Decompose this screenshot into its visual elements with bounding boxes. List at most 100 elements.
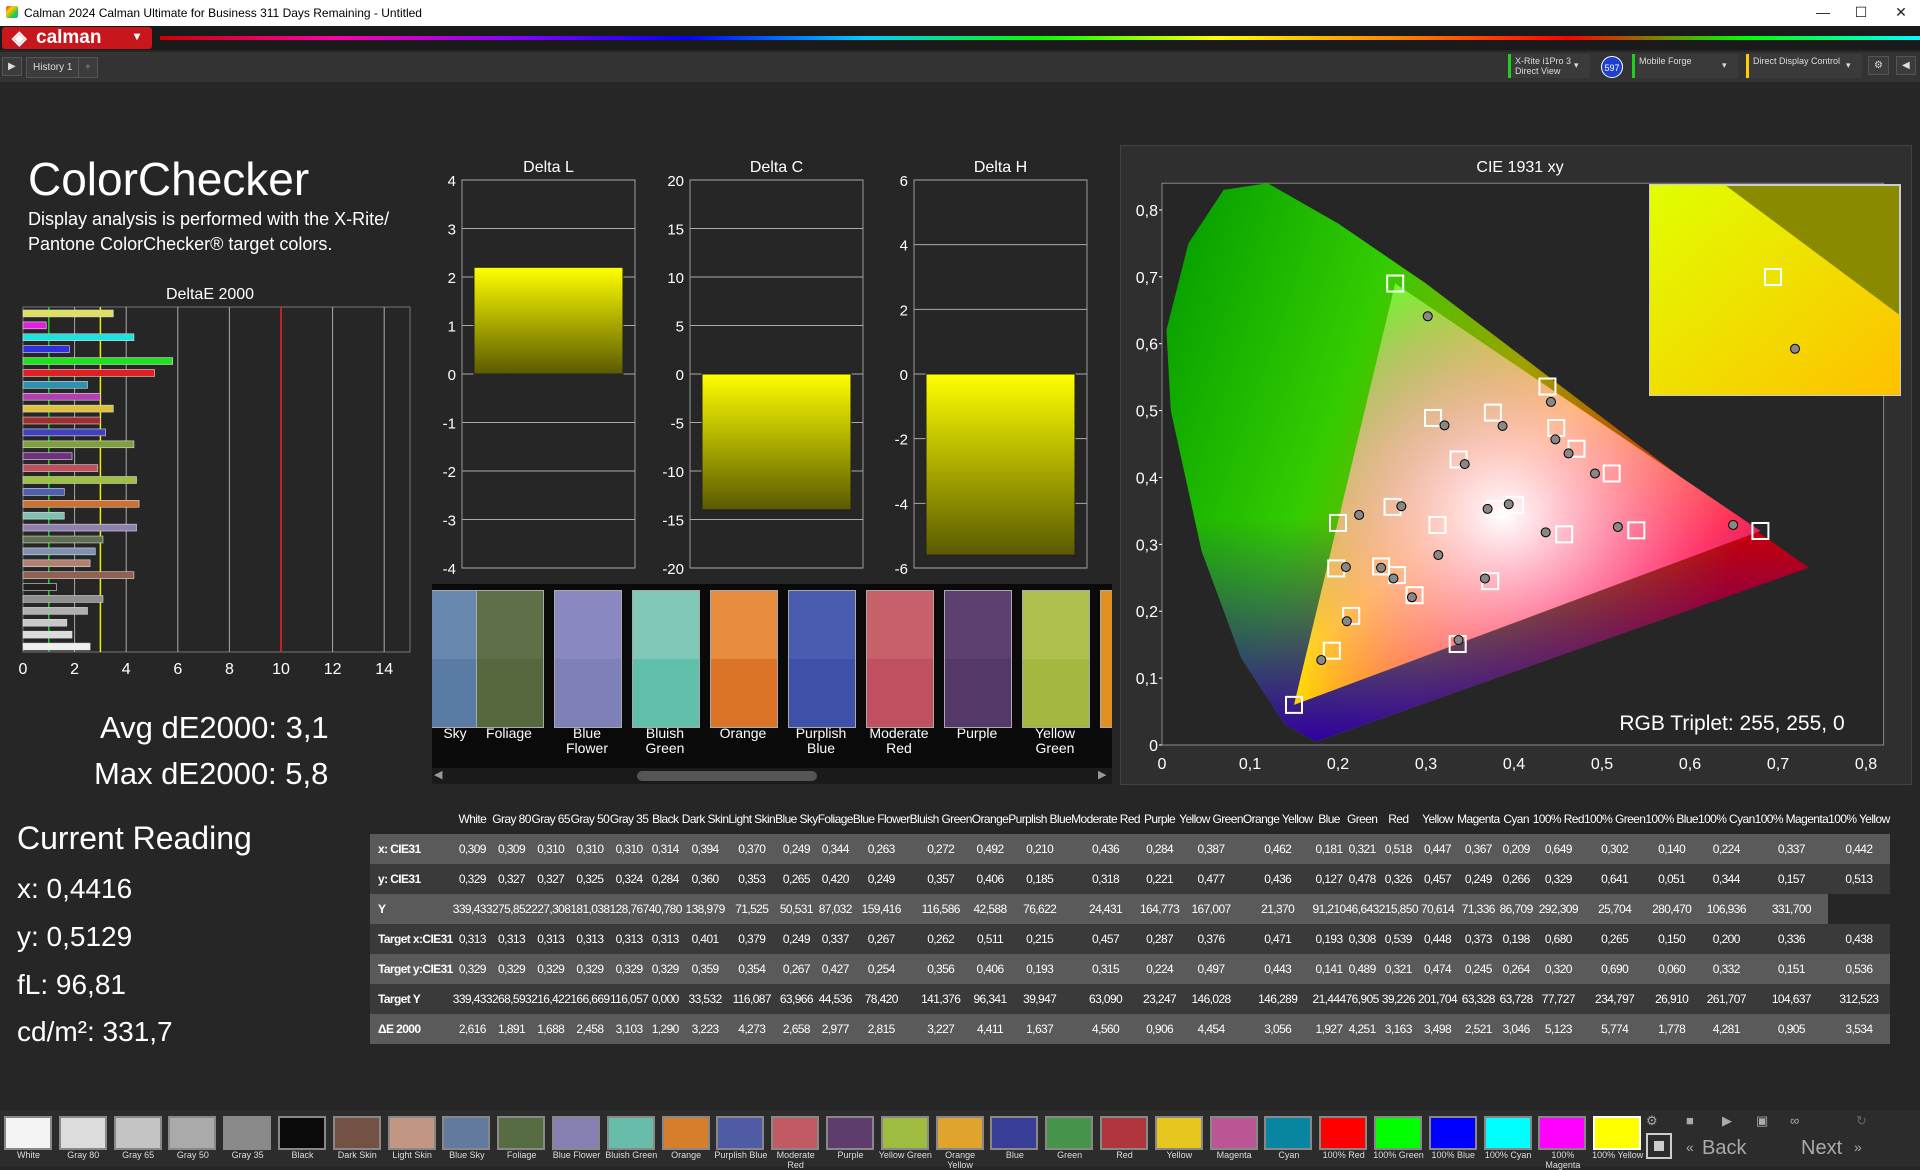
next-button[interactable]: Next	[1801, 1137, 1842, 1160]
colorchecker-swatch[interactable]	[710, 590, 778, 728]
colorchecker-swatch[interactable]	[944, 590, 1012, 728]
bottom-swatch[interactable]	[771, 1116, 820, 1150]
table-column-header[interactable]: Light Skin	[728, 804, 776, 834]
table-column-header[interactable]: Dark Skin	[681, 804, 729, 834]
bottom-swatch[interactable]	[168, 1116, 217, 1150]
colorchecker-swatch[interactable]	[866, 590, 934, 728]
bottom-swatch[interactable]	[716, 1116, 765, 1150]
table-column-header[interactable]: Yellow Green	[1179, 804, 1244, 834]
settings-icon[interactable]: ⚙	[1646, 1113, 1658, 1129]
table-column-header[interactable]: 100% Red	[1532, 804, 1585, 834]
play-icon[interactable]: ▶	[1722, 1113, 1732, 1129]
table-column-header[interactable]: Gray 35	[609, 804, 649, 834]
bottom-swatch[interactable]	[1209, 1116, 1258, 1150]
table-column-header[interactable]: Cyan	[1499, 804, 1533, 834]
table-column-header[interactable]: Green	[1345, 804, 1379, 834]
bottom-swatch[interactable]	[442, 1116, 491, 1150]
record-button[interactable]	[1646, 1133, 1672, 1159]
add-tab-button[interactable]: +	[78, 57, 98, 78]
bottom-swatch[interactable]	[1154, 1116, 1203, 1150]
table-column-header[interactable]: Gray 65	[531, 804, 571, 834]
chevron-down-icon[interactable]: ▾	[1574, 60, 1579, 71]
bottom-swatch[interactable]	[826, 1116, 874, 1150]
colorchecker-swatch[interactable]	[1022, 590, 1090, 728]
back-button[interactable]: Back	[1702, 1137, 1746, 1160]
bottom-swatch[interactable]	[1045, 1116, 1094, 1150]
gear-icon[interactable]: ⚙	[1868, 56, 1889, 75]
maximize-button[interactable]: ☐	[1846, 4, 1876, 21]
table-column-header[interactable]: 100% Green	[1583, 804, 1646, 834]
table-column-header[interactable]: White	[452, 804, 492, 834]
table-column-header[interactable]: Purplish Blue	[1008, 804, 1072, 834]
bottom-swatch[interactable]	[1264, 1116, 1313, 1150]
bottom-swatch[interactable]	[990, 1116, 1039, 1150]
scroll-right-icon[interactable]: ▶	[1098, 768, 1106, 781]
chevron-down-icon[interactable]: ▾	[1722, 60, 1727, 71]
table-column-header[interactable]: 100% Magenta	[1754, 804, 1829, 834]
table-column-header[interactable]: Foliage	[817, 804, 853, 834]
bottom-swatch[interactable]	[1483, 1116, 1532, 1150]
colorchecker-swatch[interactable]	[788, 590, 856, 728]
table-column-header[interactable]: Yellow	[1417, 804, 1458, 834]
bottom-swatch[interactable]	[880, 1116, 929, 1150]
bottom-swatch[interactable]	[1100, 1116, 1148, 1150]
stop-icon[interactable]: ■	[1686, 1113, 1694, 1128]
bottom-swatch[interactable]	[1593, 1116, 1642, 1150]
table-cell: 0,127	[1312, 864, 1346, 894]
next-arrow-icon[interactable]: »	[1854, 1139, 1862, 1155]
table-column-header[interactable]: Magenta	[1457, 804, 1500, 834]
table-column-header[interactable]: Blue Flower	[852, 804, 910, 834]
table-cell: 138,979	[681, 894, 729, 924]
colorchecker-swatch[interactable]	[476, 590, 544, 728]
table-column-header[interactable]: Gray 80	[491, 804, 531, 834]
bottom-swatch[interactable]	[278, 1116, 326, 1150]
table-column-header[interactable]: Purple	[1139, 804, 1180, 834]
tab-history-1[interactable]: History 1	[26, 57, 80, 78]
bottom-swatch[interactable]	[1428, 1116, 1477, 1150]
table-column-header[interactable]: Orange	[971, 804, 1009, 834]
table-column-header[interactable]: Orange Yellow	[1242, 804, 1313, 834]
play-icon[interactable]: ▶	[2, 57, 22, 76]
chevron-down-icon[interactable]: ▾	[1846, 60, 1851, 71]
bottom-swatch[interactable]	[4, 1116, 52, 1150]
bottom-swatch[interactable]	[223, 1116, 272, 1150]
bottom-swatch[interactable]	[661, 1116, 710, 1150]
colorchecker-swatch[interactable]	[632, 590, 700, 728]
table-column-header[interactable]: Moderate Red	[1071, 804, 1141, 834]
table-column-header[interactable]: Gray 50	[570, 804, 610, 834]
minimize-button[interactable]: —	[1808, 4, 1838, 20]
bottom-swatch[interactable]	[113, 1116, 162, 1150]
bottom-swatch[interactable]	[1374, 1116, 1422, 1150]
table-column-header[interactable]: Blue Sky	[775, 804, 818, 834]
bottom-swatch[interactable]	[497, 1116, 546, 1150]
colorchecker-swatch[interactable]	[1100, 590, 1112, 728]
colorchecker-swatch[interactable]	[554, 590, 622, 728]
back-arrow-icon[interactable]: «	[1686, 1139, 1694, 1155]
refresh-icon[interactable]: ↻	[1856, 1113, 1867, 1129]
calman-menu-button[interactable]: ◈ calman ▾	[2, 27, 152, 49]
display-selector[interactable]: Direct Display Control	[1746, 54, 1862, 78]
save-icon[interactable]: ▣	[1756, 1113, 1768, 1129]
bottom-swatch[interactable]	[1538, 1116, 1587, 1150]
close-button[interactable]: ✕	[1886, 4, 1916, 21]
swatch-scrollbar[interactable]: ◀ ▶	[432, 768, 1112, 784]
table-column-header[interactable]: Black	[648, 804, 682, 834]
scrollbar-thumb[interactable]	[637, 771, 817, 781]
collapse-icon[interactable]: ◀	[1896, 56, 1916, 75]
bottom-swatch[interactable]	[935, 1116, 984, 1150]
loop-icon[interactable]: ∞	[1790, 1113, 1799, 1128]
bottom-swatch[interactable]	[606, 1116, 655, 1150]
bottom-swatch[interactable]	[387, 1116, 436, 1150]
table-column-header[interactable]: 100% Cyan	[1698, 804, 1755, 834]
bottom-swatch[interactable]	[552, 1116, 600, 1150]
table-column-header[interactable]: 100% Yellow	[1828, 804, 1890, 834]
bottom-swatch[interactable]	[58, 1116, 107, 1150]
swatch-label-line1: Purple	[956, 725, 998, 741]
table-column-header[interactable]: 100% Blue	[1645, 804, 1699, 834]
table-column-header[interactable]: Blue	[1312, 804, 1346, 834]
bottom-swatch[interactable]	[332, 1116, 381, 1150]
scroll-left-icon[interactable]: ◀	[434, 768, 442, 781]
table-column-header[interactable]: Bluish Green	[909, 804, 972, 834]
table-column-header[interactable]: Red	[1378, 804, 1418, 834]
bottom-swatch[interactable]	[1319, 1116, 1368, 1150]
